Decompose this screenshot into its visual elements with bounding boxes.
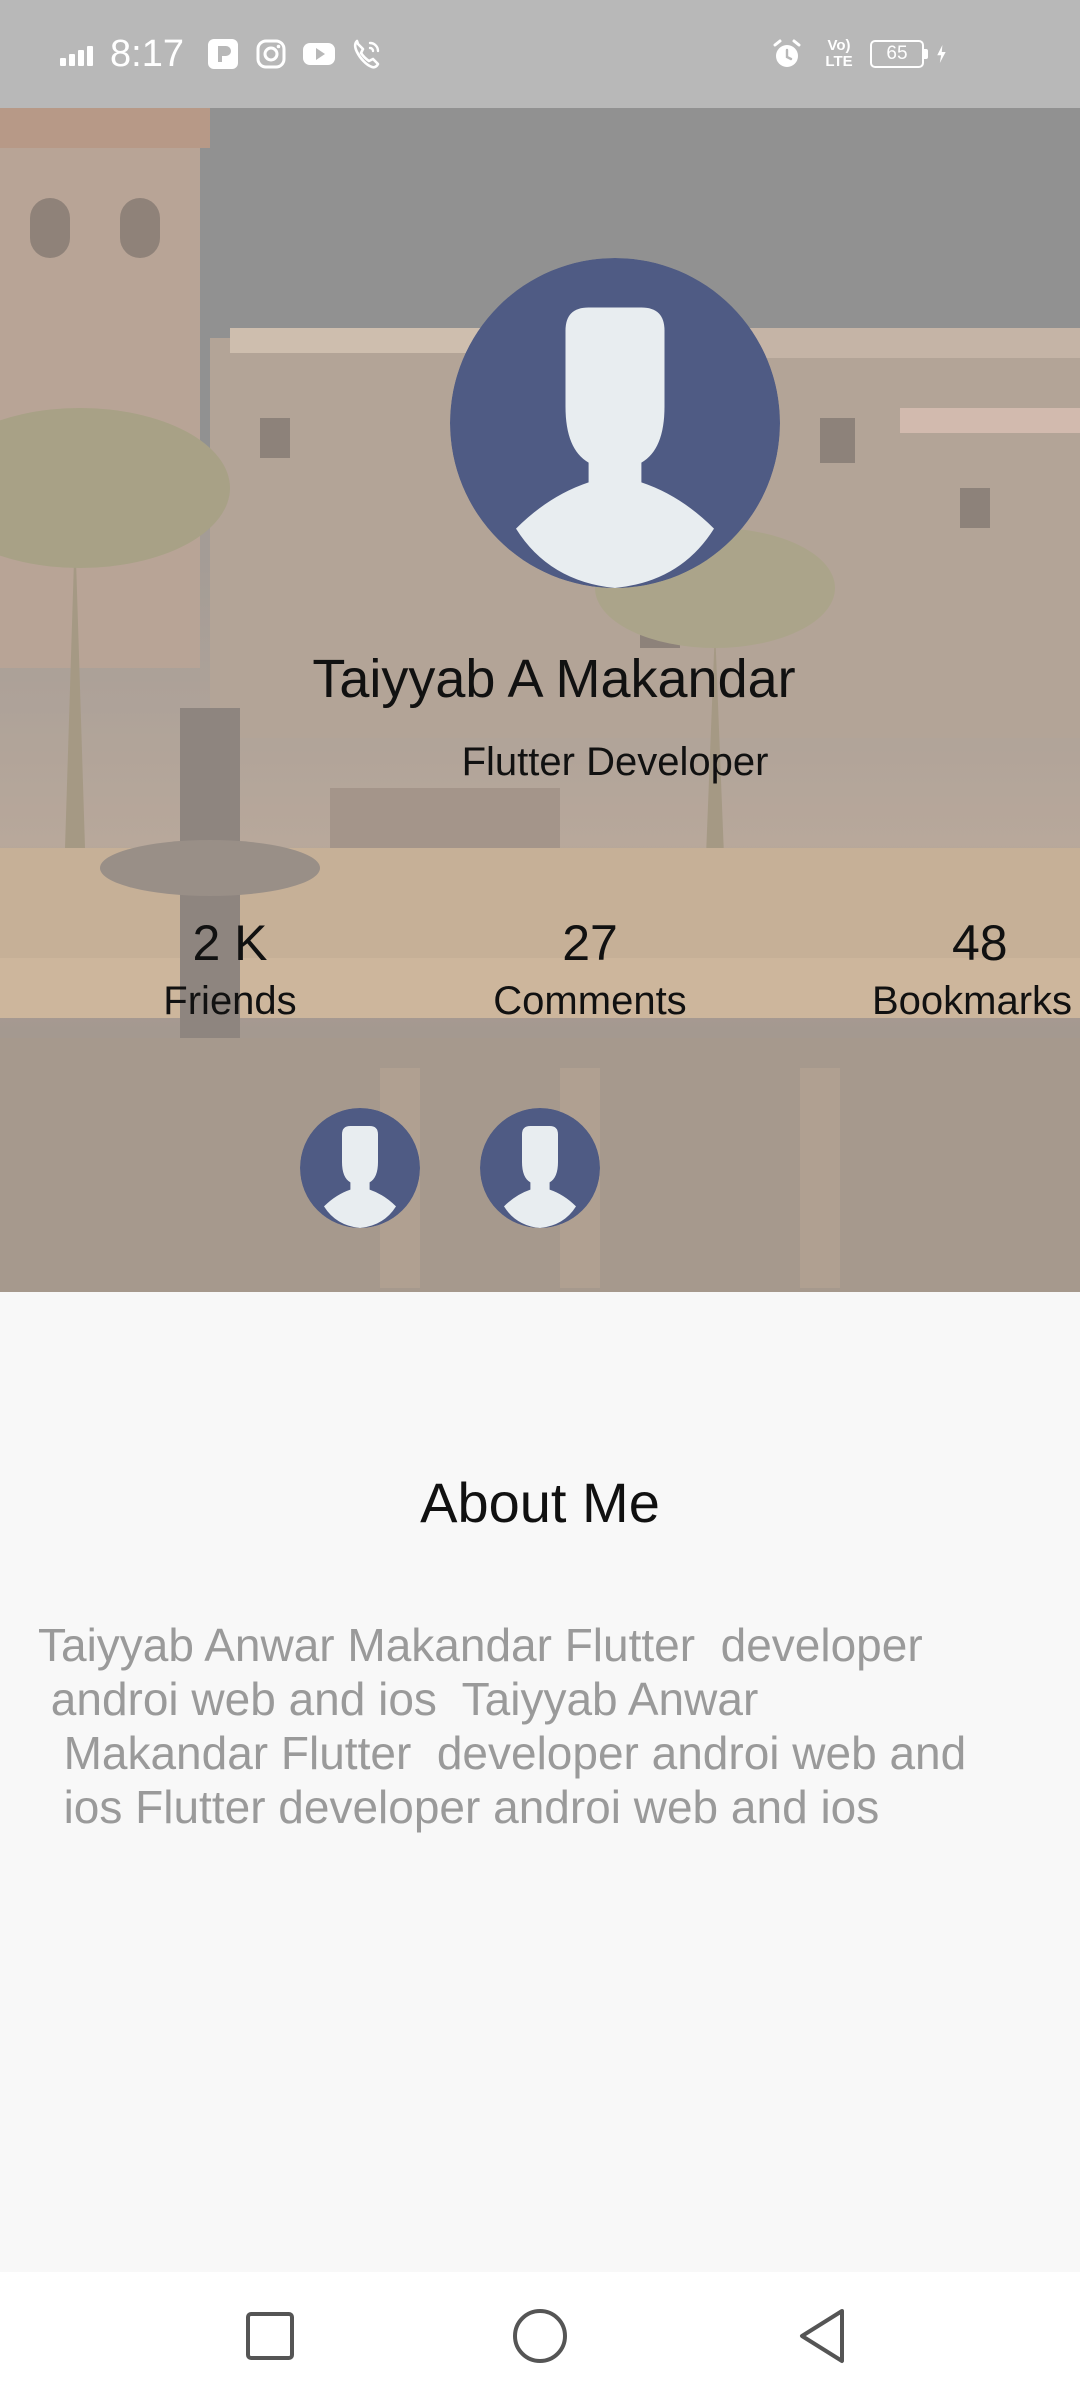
stat-bookmarks[interactable]: 48 Bookmarks xyxy=(862,913,1080,1029)
wifi-call-icon xyxy=(353,39,380,69)
alarm-icon xyxy=(773,39,801,67)
instagram-icon xyxy=(256,39,286,69)
battery-indicator: 65 xyxy=(870,40,928,68)
signal-icon xyxy=(60,42,96,66)
stat-comments[interactable]: 27 Comments xyxy=(470,913,710,1029)
profile-screen: 8:17 Vo) LTE 65 Taiyyab A Makandar Flutt… xyxy=(0,0,1080,2400)
navigation-bar xyxy=(0,2272,1080,2400)
about-text: Taiyyab Anwar Makandar Flutter developer… xyxy=(38,1619,967,1833)
youtube-icon xyxy=(302,43,335,65)
profile-avatar[interactable] xyxy=(450,258,780,588)
home-button[interactable] xyxy=(500,2296,580,2376)
home-icon xyxy=(513,2309,567,2363)
about-heading: About Me xyxy=(420,1471,660,1534)
status-bar: 8:17 Vo) LTE 65 xyxy=(0,0,1080,108)
recents-icon xyxy=(246,2312,294,2360)
clock: 8:17 xyxy=(110,32,184,75)
person-icon xyxy=(450,258,780,588)
person-icon xyxy=(300,1108,420,1228)
status-left: 8:17 xyxy=(60,30,398,78)
charging-icon xyxy=(937,44,946,64)
stat-label: Friends xyxy=(163,979,297,1023)
stat-value: 48 xyxy=(952,915,1008,971)
recents-button[interactable] xyxy=(230,2296,310,2376)
stat-label: Comments xyxy=(493,979,687,1023)
back-button[interactable] xyxy=(782,2296,862,2376)
friend-avatar[interactable] xyxy=(480,1108,600,1228)
profile-job-title: Flutter Developer xyxy=(461,740,769,784)
stat-value: 27 xyxy=(562,915,618,971)
stat-value: 2 K xyxy=(192,915,268,971)
stat-friends[interactable]: 2 K Friends xyxy=(130,913,330,1029)
friend-avatar[interactable] xyxy=(300,1108,420,1228)
profile-name: Taiyyab A Makandar xyxy=(312,649,796,709)
status-right: Vo) LTE 65 xyxy=(770,30,970,78)
stat-label: Bookmarks xyxy=(872,979,1073,1023)
person-icon xyxy=(480,1108,600,1228)
network-type: Vo) LTE xyxy=(825,37,853,70)
p-app-icon xyxy=(207,39,238,69)
back-icon xyxy=(800,2309,844,2363)
